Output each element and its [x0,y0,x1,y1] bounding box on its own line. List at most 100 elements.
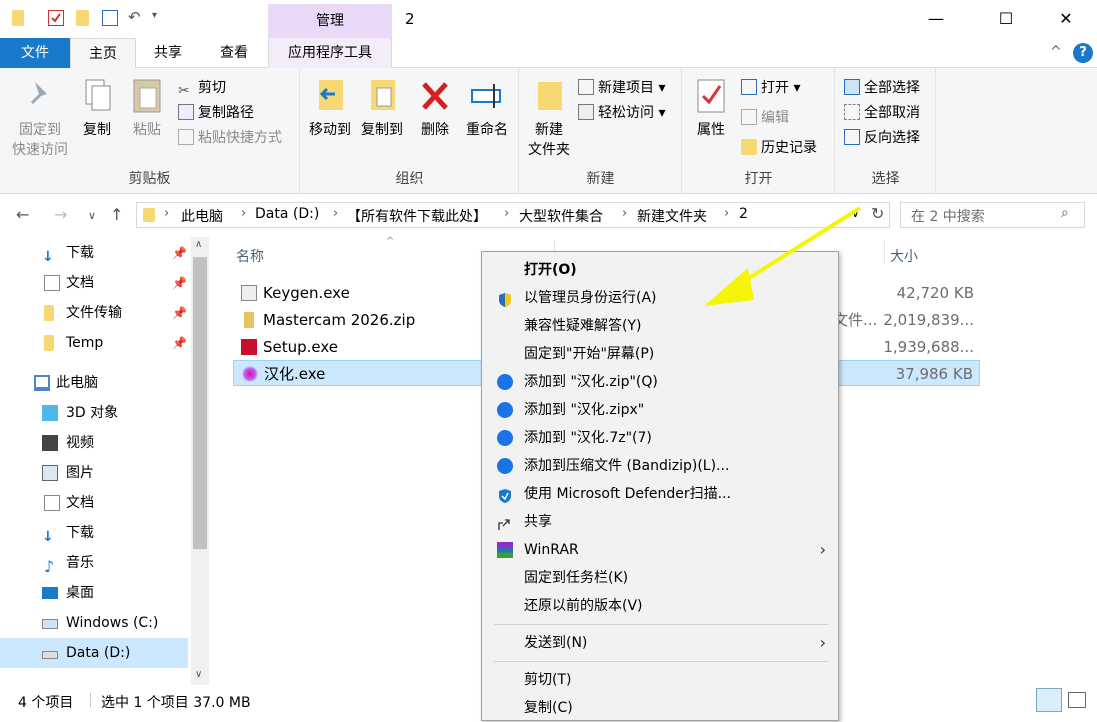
breadcrumb-data-d[interactable]: Data (D:) [255,206,319,222]
nav-item-file-transfer[interactable]: 文件传输 📌 [0,298,190,328]
nav-item-windows-c[interactable]: Windows (C:) [0,608,190,638]
collapse-ribbon-icon[interactable]: ^ [1050,44,1062,60]
menu-item-send-to[interactable]: 发送到(N) › [484,629,836,657]
delete-button[interactable]: 删除 [415,76,455,140]
properties-quick-icon[interactable] [48,10,64,26]
select-none-button[interactable]: 全部取消 [844,101,920,125]
scrollbar-thumb[interactable] [193,257,207,549]
menu-item-winrar[interactable]: WinRAR › [484,536,836,564]
breadcrumb-large-software[interactable]: 大型软件集合 [519,206,603,226]
refresh-icon[interactable]: ↻ [871,204,884,223]
nav-item-this-pc[interactable]: 此电脑 [0,368,190,398]
scroll-down-icon[interactable]: ∨ [195,669,202,680]
tab-app-tools[interactable]: 应用程序工具 [268,38,392,68]
minimize-button[interactable]: — [913,0,959,38]
open-button[interactable]: 打开 ▾ [741,76,800,100]
rename-button[interactable]: 重命名 [461,76,513,140]
menu-item-cut[interactable]: 剪切(T) [484,666,836,694]
copy-to-button[interactable]: 复制到 [357,76,407,140]
column-header-name[interactable]: 名称 [236,246,264,266]
pictures-icon [42,465,58,481]
search-box[interactable]: 在 2 中搜索 ⌕ [900,202,1085,228]
recent-locations-icon[interactable]: ∨ [88,209,96,222]
folder-icon [44,335,54,351]
nav-item-documents[interactable]: 文档 📌 [0,268,190,298]
details-view-icon[interactable] [1036,688,1062,712]
help-icon[interactable]: ? [1073,43,1093,63]
copy-path-button[interactable]: 复制路径 [178,101,254,125]
delete-x-icon [418,76,452,114]
tab-share[interactable]: 共享 [136,38,200,68]
paste-button[interactable]: 粘贴 [124,76,170,140]
menu-item-share[interactable]: 共享 [484,508,836,536]
drive-icon [42,651,58,659]
move-to-button[interactable]: 移动到 [305,76,355,140]
bandizip-icon [497,402,513,418]
nav-item-data-d[interactable]: Data (D:) [0,638,188,668]
nav-item-pictures[interactable]: 图片 [0,458,190,488]
menu-item-compatibility[interactable]: 兼容性疑难解答(Y) [484,312,836,340]
nav-item-music[interactable]: ♪ 音乐 [0,548,190,578]
nav-item-3d-objects[interactable]: 3D 对象 [0,398,190,428]
nav-item-videos[interactable]: 视频 [0,428,190,458]
close-button[interactable]: ✕ [1043,0,1089,38]
maximize-button[interactable]: ☐ [983,0,1029,38]
pin-icon[interactable]: 📌 [172,298,187,328]
pin-icon[interactable]: 📌 [172,238,187,268]
nav-item-downloads-pc[interactable]: ↓ 下载 [0,518,190,548]
nav-item-documents-pc[interactable]: 文档 [0,488,190,518]
clipboard-group-label: 剪贴板 [128,171,171,187]
paste-icon [130,76,164,114]
copy-button[interactable]: 复制 [74,76,120,140]
new-group: 新建 文件夹 新建项目 ▾ 轻松访问 ▾ 新建 [520,68,682,194]
invert-selection-button[interactable]: 反向选择 [844,126,920,150]
history-button[interactable]: 历史记录 [741,136,817,160]
pin-quick-access-button[interactable]: 固定到 快速访问 [6,76,74,160]
menu-item-add-to-7z[interactable]: 添加到 "汉化.7z"(7) [484,424,836,452]
tab-home[interactable]: 主页 [70,38,136,69]
new-item-button[interactable]: 新建项目 ▾ [578,76,665,100]
edit-button[interactable]: 编辑 [741,106,789,130]
pin-icon[interactable]: 📌 [172,268,187,298]
new-folder-button[interactable]: 新建 文件夹 [524,76,574,160]
drive-icon [42,619,58,629]
menu-item-restore-versions[interactable]: 还原以前的版本(V) [484,592,836,620]
winrar-icon [497,542,513,558]
menu-item-add-to-zipx[interactable]: 添加到 "汉化.zipx" [484,396,836,424]
breadcrumb-this-pc[interactable]: 此电脑 [181,206,223,226]
select-all-button[interactable]: 全部选择 [844,76,920,100]
cut-button[interactable]: ✂ 剪切 [178,76,226,100]
nav-item-downloads[interactable]: ↓ 下载 📌 [0,238,190,268]
submenu-arrow-icon: › [819,633,826,652]
scroll-up-icon[interactable]: ∧ [195,239,202,250]
pin-icon[interactable]: 📌 [172,328,187,358]
desktop-icon [42,587,58,599]
nav-item-temp[interactable]: Temp 📌 [0,328,190,358]
tab-file[interactable]: 文件 [0,38,70,68]
menu-item-add-to-archive[interactable]: 添加到压缩文件 (Bandizip)(L)... [484,452,836,480]
view-quick-icon[interactable] [102,10,118,26]
manage-context-label: 管理 [268,4,392,38]
tab-view[interactable]: 查看 [200,38,268,68]
menu-item-copy[interactable]: 复制(C) [484,694,836,722]
paste-shortcut-button[interactable]: 粘贴快捷方式 [178,126,282,150]
nav-item-desktop[interactable]: 桌面 [0,578,190,608]
new-folder-quick-icon[interactable] [76,10,89,26]
menu-item-add-to-zip[interactable]: 添加到 "汉化.zip"(Q) [484,368,836,396]
column-header-size[interactable]: 大小 [890,246,918,266]
annotation-arrow [704,206,862,306]
customize-toolbar-icon[interactable]: ▾ [152,10,168,26]
undo-icon[interactable]: ↶ [128,10,144,26]
nav-scrollbar[interactable]: ∧ ∨ [191,237,209,685]
large-icons-view-icon[interactable] [1068,692,1086,708]
menu-item-defender-scan[interactable]: 使用 Microsoft Defender扫描... [484,480,836,508]
menu-item-pin-to-start[interactable]: 固定到"开始"屏幕(P) [484,340,836,368]
easy-access-button[interactable]: 轻松访问 ▾ [578,101,665,125]
up-arrow-icon[interactable]: ↑ [110,205,123,224]
properties-button[interactable]: 属性 [689,76,733,140]
forward-arrow-icon[interactable]: → [54,205,67,224]
menu-item-pin-to-taskbar[interactable]: 固定到任务栏(K) [484,564,836,592]
clipboard-group: 固定到 快速访问 复制 粘贴 ✂ 剪切 复制路径 粘贴快捷方式 剪贴板 [0,68,300,194]
breadcrumb-downloads-folder[interactable]: 【所有软件下载此处】 [347,206,487,226]
back-arrow-icon[interactable]: ← [16,205,29,224]
